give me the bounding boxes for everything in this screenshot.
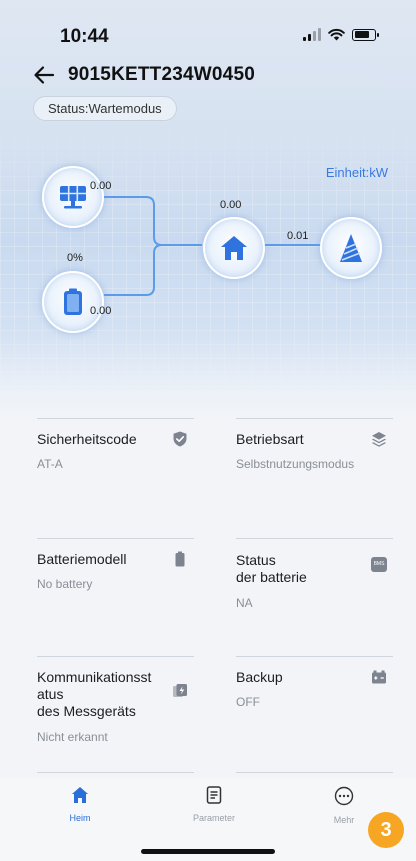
home-power-value: 0.00 <box>220 199 242 211</box>
solar-power-value: 0.00 <box>90 180 112 192</box>
wifi-icon <box>328 28 345 41</box>
card-backup[interactable]: Backup OFF <box>236 656 393 709</box>
power-tower-icon <box>340 234 362 262</box>
meter-icon <box>173 684 187 697</box>
home-indicator[interactable] <box>141 849 275 854</box>
grid-power-value: 0.01 <box>287 230 309 242</box>
card-value: Selbstnutzungsmodus <box>236 457 355 471</box>
solar-node[interactable] <box>42 166 104 228</box>
status-bar: 10:44 <box>0 0 416 60</box>
card-battery-model[interactable]: Batteriemodell No battery <box>37 538 194 591</box>
screen: 10:44 9015KETT234W0450 Status:Wartemodus… <box>0 0 416 861</box>
status-time: 10:44 <box>60 26 109 47</box>
battery-status-icon <box>352 28 379 41</box>
card-label: Backup <box>236 669 283 685</box>
card-meter-communication[interactable]: Kommunikationsst atus des Messgeräts Nic… <box>37 656 194 744</box>
more-icon <box>334 786 354 806</box>
card-label: Status der batterie <box>236 552 307 585</box>
solar-panel-icon <box>60 186 86 209</box>
grid-node[interactable] <box>320 217 382 279</box>
card-value: OFF <box>236 695 260 709</box>
page-title: 9015KETT234W0450 <box>68 64 255 85</box>
card-security-code[interactable]: Sicherheitscode AT-A <box>37 418 194 471</box>
card-label: Sicherheitscode <box>37 431 137 447</box>
battery-soc-value: 0% <box>67 252 83 264</box>
card-label: Betriebsart <box>236 431 304 447</box>
tab-parameter-label: Parameter <box>192 813 236 823</box>
card-label: Batteriemodell <box>37 551 127 567</box>
signal-icon <box>303 28 321 41</box>
house-icon <box>221 236 247 260</box>
tab-home[interactable]: Heim <box>40 786 120 823</box>
battery-node[interactable] <box>42 271 104 333</box>
status-icons <box>303 28 379 41</box>
battery-icon <box>175 551 185 567</box>
tab-parameter[interactable]: Parameter <box>174 786 254 823</box>
tab-home-label: Heim <box>69 813 91 823</box>
home-icon <box>72 787 88 803</box>
back-arrow-icon[interactable] <box>33 64 55 86</box>
home-node[interactable] <box>203 217 265 279</box>
battery-icon <box>64 288 82 315</box>
backup-battery-icon <box>372 670 386 684</box>
card-value: NA <box>236 596 253 610</box>
shield-check-icon <box>173 431 187 447</box>
card-label: Kommunikationsst atus des Messgeräts <box>37 669 152 719</box>
status-badge: Status:Wartemodus <box>33 96 177 121</box>
bms-icon-text: BMS <box>373 561 385 567</box>
card-value: Nicht erkannt <box>37 730 108 744</box>
document-icon <box>206 786 222 804</box>
step-badge: 3 <box>368 812 404 848</box>
card-battery-status[interactable]: Status der batterie NA BMS <box>236 538 393 610</box>
card-value: AT-A <box>37 457 63 471</box>
layers-icon <box>372 432 386 447</box>
battery-power-value: 0.00 <box>90 305 112 317</box>
bms-icon: BMS <box>371 557 387 572</box>
card-value: No battery <box>37 577 93 591</box>
card-operating-mode[interactable]: Betriebsart Selbstnutzungsmodus <box>236 418 393 471</box>
